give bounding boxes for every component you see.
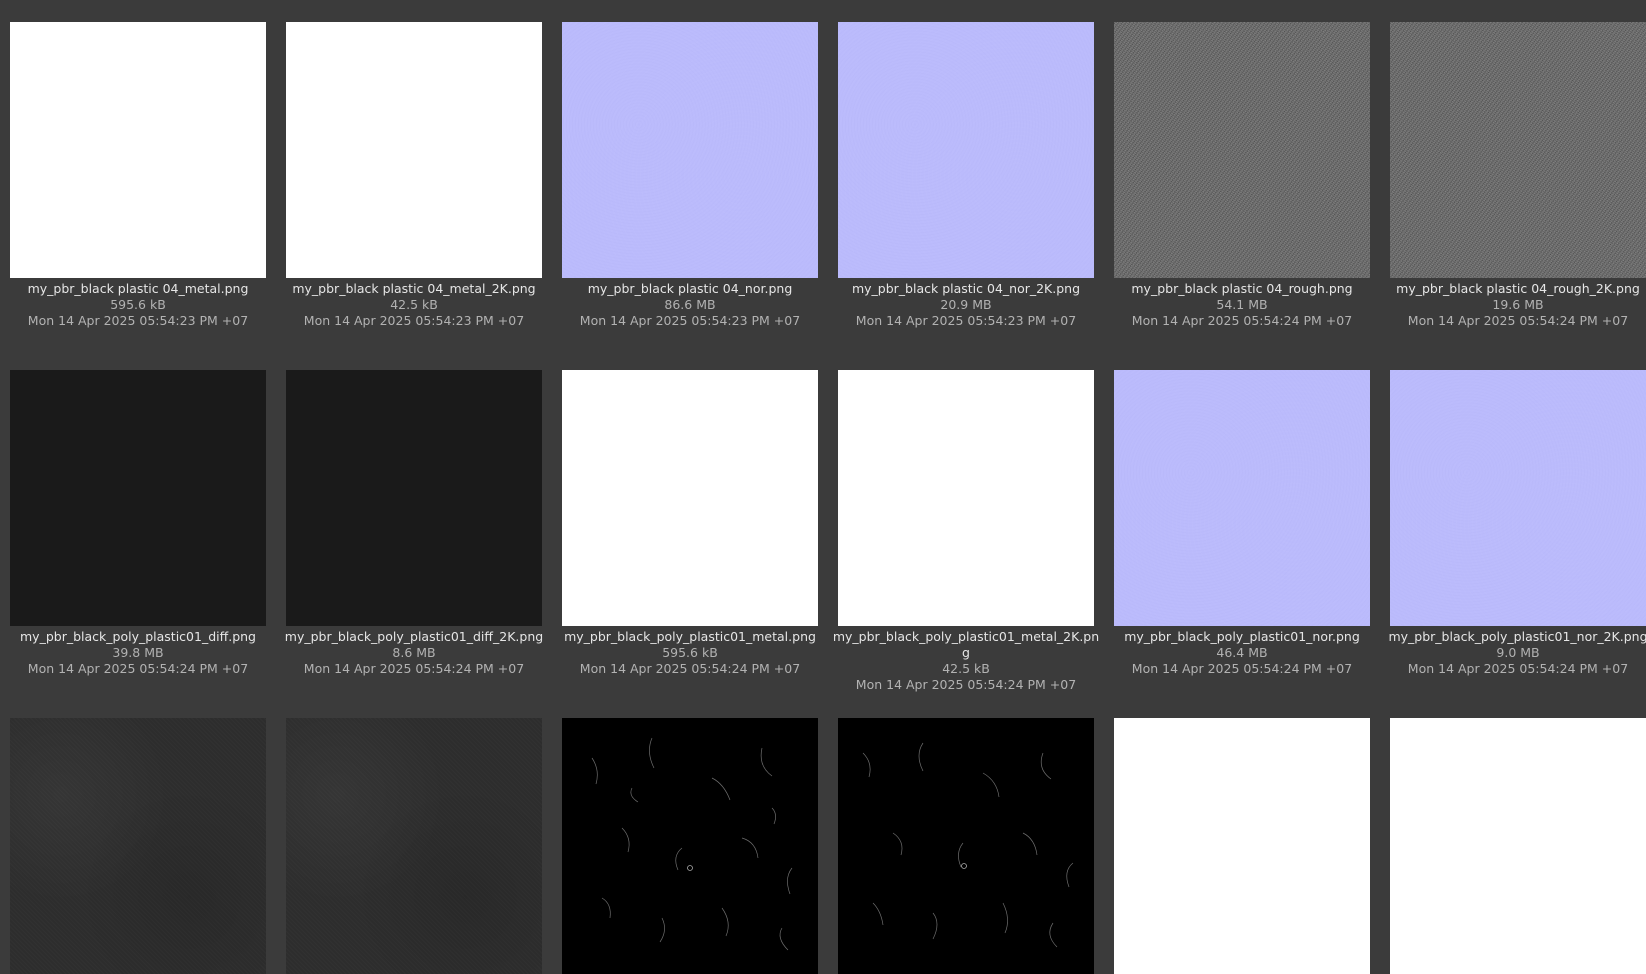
- thumbnail-image[interactable]: [286, 22, 542, 278]
- file-item[interactable]: my_pbr_black_poly_plastic01_diff_2K.png …: [276, 348, 552, 677]
- file-caption: my_pbr_black_poly_plastic01_diff_2K.png …: [276, 629, 552, 677]
- file-name[interactable]: my_pbr_black plastic 04_metal.png: [0, 281, 276, 297]
- file-size: 20.9 MB: [940, 297, 992, 312]
- file-name[interactable]: my_pbr_black_poly_plastic01_diff_2K.png: [276, 629, 552, 645]
- thumbnail-image[interactable]: [562, 718, 818, 974]
- file-name[interactable]: my_pbr_black_poly_plastic01_nor.png: [1104, 629, 1380, 645]
- thumbnail-image[interactable]: [10, 718, 266, 974]
- file-name[interactable]: my_pbr_black_poly_plastic01_diff.png: [0, 629, 276, 645]
- file-size: 39.8 MB: [112, 645, 164, 660]
- file-item[interactable]: [828, 696, 1104, 974]
- file-item[interactable]: my_pbr_black_poly_plastic01_nor_2K.png 9…: [1380, 348, 1646, 677]
- thumbnail-image[interactable]: [1114, 22, 1370, 278]
- file-date: Mon 14 Apr 2025 05:54:23 PM +07: [27, 313, 249, 328]
- thumbnail-image[interactable]: [10, 22, 266, 278]
- file-name[interactable]: my_pbr_black_poly_plastic01_metal_2K.png: [828, 629, 1104, 661]
- file-date: Mon 14 Apr 2025 05:54:23 PM +07: [303, 313, 525, 328]
- file-item[interactable]: [1380, 696, 1646, 974]
- file-size: 595.6 kB: [662, 645, 718, 660]
- thumbnail-image[interactable]: [1390, 370, 1646, 626]
- file-name[interactable]: my_pbr_black_poly_plastic01_metal.png: [552, 629, 828, 645]
- file-date: Mon 14 Apr 2025 05:54:24 PM +07: [1131, 661, 1353, 676]
- file-date: Mon 14 Apr 2025 05:54:24 PM +07: [855, 677, 1077, 692]
- file-item[interactable]: my_pbr_black_poly_plastic01_diff.png 39.…: [0, 348, 276, 677]
- file-date: Mon 14 Apr 2025 05:54:24 PM +07: [1407, 313, 1629, 328]
- file-size: 42.5 kB: [942, 661, 990, 676]
- file-size: 9.0 MB: [1496, 645, 1540, 660]
- thumbnail-image[interactable]: [562, 22, 818, 278]
- file-size: 42.5 kB: [390, 297, 438, 312]
- file-item[interactable]: my_pbr_black plastic 04_nor.png 86.6 MB …: [552, 0, 828, 329]
- thumbnail-image[interactable]: [1390, 22, 1646, 278]
- thumbnail-image[interactable]: [10, 370, 266, 626]
- file-date: Mon 14 Apr 2025 05:54:24 PM +07: [579, 661, 801, 676]
- thumbnail-image[interactable]: [838, 22, 1094, 278]
- file-size: 54.1 MB: [1216, 297, 1268, 312]
- file-item[interactable]: [0, 696, 276, 974]
- file-item[interactable]: my_pbr_black plastic 04_metal_2K.png 42.…: [276, 0, 552, 329]
- scratch-texture: [862, 742, 1074, 948]
- file-size: 86.6 MB: [664, 297, 716, 312]
- file-caption: my_pbr_black_poly_plastic01_nor_2K.png 9…: [1380, 629, 1646, 677]
- file-date: Mon 14 Apr 2025 05:54:23 PM +07: [579, 313, 801, 328]
- file-size: 595.6 kB: [110, 297, 166, 312]
- file-name[interactable]: my_pbr_black plastic 04_rough_2K.png: [1380, 281, 1646, 297]
- thumbnail-image[interactable]: [562, 370, 818, 626]
- file-date: Mon 14 Apr 2025 05:54:24 PM +07: [27, 661, 249, 676]
- thumbnail-image[interactable]: [1114, 718, 1370, 974]
- file-item[interactable]: my_pbr_black plastic 04_nor_2K.png 20.9 …: [828, 0, 1104, 329]
- file-item[interactable]: my_pbr_black_poly_plastic01_metal_2K.png…: [828, 348, 1104, 693]
- file-item[interactable]: [276, 696, 552, 974]
- file-size: 8.6 MB: [392, 645, 436, 660]
- thumbnail-image[interactable]: [286, 718, 542, 974]
- thumbnail-image[interactable]: [286, 370, 542, 626]
- thumbnail-image[interactable]: [1114, 370, 1370, 626]
- file-date: Mon 14 Apr 2025 05:54:24 PM +07: [1131, 313, 1353, 328]
- file-date: Mon 14 Apr 2025 05:54:23 PM +07: [855, 313, 1077, 328]
- file-caption: my_pbr_black_poly_plastic01_metal.png 59…: [552, 629, 828, 677]
- file-name[interactable]: my_pbr_black plastic 04_nor_2K.png: [828, 281, 1104, 297]
- file-item[interactable]: my_pbr_black plastic 04_metal.png 595.6 …: [0, 0, 276, 329]
- file-name[interactable]: my_pbr_black plastic 04_metal_2K.png: [276, 281, 552, 297]
- file-item[interactable]: my_pbr_black_poly_plastic01_nor.png 46.4…: [1104, 348, 1380, 677]
- file-name[interactable]: my_pbr_black plastic 04_nor.png: [552, 281, 828, 297]
- file-size: 19.6 MB: [1492, 297, 1544, 312]
- thumbnail-image[interactable]: [838, 370, 1094, 626]
- file-caption: my_pbr_black plastic 04_rough_2K.png 19.…: [1380, 281, 1646, 329]
- thumbnail-image[interactable]: [838, 718, 1094, 974]
- file-name[interactable]: my_pbr_black_poly_plastic01_nor_2K.png: [1380, 629, 1646, 645]
- thumbnail-image[interactable]: [1390, 718, 1646, 974]
- file-caption: my_pbr_black plastic 04_rough.png 54.1 M…: [1104, 281, 1380, 329]
- file-item[interactable]: my_pbr_black plastic 04_rough_2K.png 19.…: [1380, 0, 1646, 329]
- file-item[interactable]: my_pbr_black plastic 04_rough.png 54.1 M…: [1104, 0, 1380, 329]
- file-caption: my_pbr_black plastic 04_metal_2K.png 42.…: [276, 281, 552, 329]
- file-date: Mon 14 Apr 2025 05:54:24 PM +07: [1407, 661, 1629, 676]
- file-caption: my_pbr_black_poly_plastic01_metal_2K.png…: [828, 629, 1104, 693]
- file-date: Mon 14 Apr 2025 05:54:24 PM +07: [303, 661, 525, 676]
- file-item[interactable]: [552, 696, 828, 974]
- scratch-texture: [591, 737, 793, 951]
- file-caption: my_pbr_black plastic 04_metal.png 595.6 …: [0, 281, 276, 329]
- file-caption: my_pbr_black plastic 04_nor.png 86.6 MB …: [552, 281, 828, 329]
- file-caption: my_pbr_black plastic 04_nor_2K.png 20.9 …: [828, 281, 1104, 329]
- file-caption: my_pbr_black_poly_plastic01_nor.png 46.4…: [1104, 629, 1380, 677]
- file-grid: my_pbr_black plastic 04_metal.png 595.6 …: [0, 0, 1646, 974]
- file-item[interactable]: [1104, 696, 1380, 974]
- file-item[interactable]: my_pbr_black_poly_plastic01_metal.png 59…: [552, 348, 828, 677]
- file-size: 46.4 MB: [1216, 645, 1268, 660]
- file-caption: my_pbr_black_poly_plastic01_diff.png 39.…: [0, 629, 276, 677]
- file-name[interactable]: my_pbr_black plastic 04_rough.png: [1104, 281, 1380, 297]
